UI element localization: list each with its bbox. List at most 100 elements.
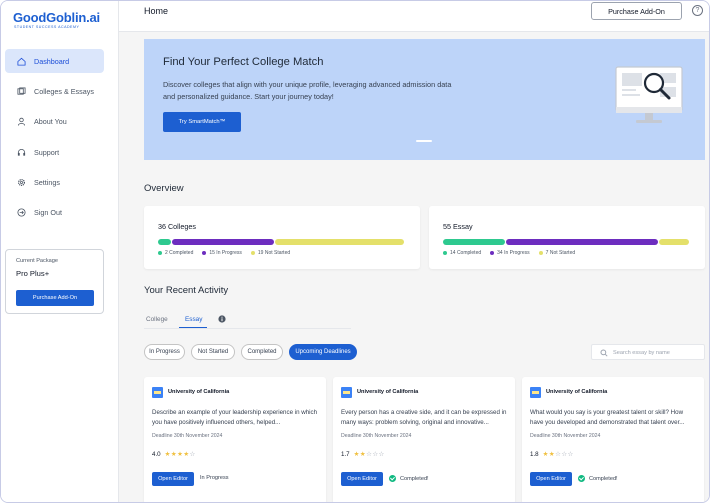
carousel-indicator[interactable] <box>416 140 432 142</box>
overview-heading: Overview <box>144 183 184 194</box>
sidebar-item-label: Sign Out <box>34 208 62 218</box>
main-content: Find Your Perfect College Match Discover… <box>119 32 709 502</box>
essays-legend: 14 Completed 34 In Progress 7 Not Started <box>443 250 584 256</box>
colleges-overview-card: 36 Colleges 2 Completed 15 In Progress 19 … <box>144 206 420 269</box>
legend-label: 14 Completed <box>450 250 482 256</box>
tab-essay[interactable]: Essay <box>185 316 202 323</box>
filter-upcoming-deadlines[interactable]: Upcoming Deadlines <box>289 344 357 360</box>
sidebar-item-label: Settings <box>34 178 60 188</box>
legend-label: 7 Not Started <box>545 250 576 256</box>
monitor-search-icon <box>615 66 683 123</box>
university-logo <box>341 387 352 398</box>
legend-label: 15 In Progress <box>209 250 242 256</box>
essay-deadline: Deadline 30th November 2024 <box>152 433 223 439</box>
essay-card: University of California Describe an exa… <box>144 377 326 502</box>
essay-deadline: Deadline 30th November 2024 <box>341 433 412 439</box>
essay-prompt: What would you say is your greatest tale… <box>530 409 685 426</box>
sidebar-item-label: About You <box>34 117 67 127</box>
legend-label: 19 Not Started <box>257 250 291 256</box>
legend-dot <box>538 251 543 255</box>
sidebar-item-label: Support <box>34 147 60 157</box>
gear-icon <box>17 178 26 187</box>
top-bar: Home Purchase Add-On ? <box>119 1 709 32</box>
essay-prompt: Every person has a creative side, and it… <box>341 409 507 426</box>
logo-tagline: STUDENT SUCCESS ACADEMY <box>14 25 80 29</box>
sidebar-item-colleges-essays[interactable]: Colleges & Essays <box>5 79 104 103</box>
user-icon <box>17 117 26 126</box>
progress-segment <box>505 239 658 245</box>
banner-title: Find Your Perfect College Match <box>163 56 324 68</box>
colleges-legend: 2 Completed 15 In Progress 19 Not Started <box>158 250 299 256</box>
open-editor-button[interactable]: Open Editor <box>152 472 194 486</box>
sidebar: GoodGoblin.ai STUDENT SUCCESS ACADEMY Da… <box>1 1 119 502</box>
star-icon: ☆ <box>189 451 196 458</box>
essay-status: Completed! <box>389 475 429 482</box>
legend-dot <box>490 251 495 255</box>
try-smartmatch-button[interactable]: Try SmartMatch™ <box>163 112 241 132</box>
legend-dot <box>202 251 207 255</box>
status-text: Completed! <box>589 475 618 482</box>
colleges-icon <box>17 87 26 96</box>
sidebar-nav: Dashboard Colleges & Essays About You Su… <box>5 49 104 231</box>
tabs-divider <box>144 328 351 329</box>
sidebar-item-support[interactable]: Support <box>5 140 104 164</box>
university-logo <box>530 387 541 398</box>
legend-item: 19 Not Started <box>250 250 291 256</box>
star-icon: ☆ <box>378 451 385 458</box>
info-icon[interactable] <box>218 315 226 323</box>
package-name: Pro Plus+ <box>16 269 50 278</box>
star-rating-icon: ★★★★☆ <box>165 450 196 458</box>
sidebar-purchase-addon-button[interactable]: Purchase Add-On <box>16 290 94 306</box>
legend-dot <box>443 251 447 255</box>
sidebar-item-dashboard[interactable]: Dashboard <box>5 49 104 73</box>
essay-rating: 4.0 ★★★★☆ <box>152 450 196 459</box>
app-window: GoodGoblin.ai STUDENT SUCCESS ACADEMY Da… <box>0 0 710 503</box>
colleges-count: 36 Colleges <box>158 222 196 231</box>
open-editor-button[interactable]: Open Editor <box>530 472 572 486</box>
legend-item: 7 Not Started <box>538 250 576 256</box>
essay-rating: 1.7 ★★☆☆☆ <box>341 450 385 459</box>
sidebar-item-about-you[interactable]: About You <box>5 110 104 134</box>
logo[interactable]: GoodGoblin.ai <box>13 10 100 25</box>
filter-not-started[interactable]: Not Started <box>191 344 235 360</box>
progress-segment <box>171 239 274 245</box>
university-logo <box>152 387 163 398</box>
filter-in-progress[interactable]: In Progress <box>144 344 185 360</box>
rating-value: 1.8 <box>530 450 539 458</box>
essay-search-input[interactable] <box>613 347 701 358</box>
tab-college[interactable]: College <box>146 316 168 323</box>
essay-card: University of California Every person ha… <box>333 377 515 502</box>
essay-status: In Progress <box>200 475 229 481</box>
star-icon: ☆ <box>567 451 574 458</box>
check-circle-icon <box>389 475 396 482</box>
essay-prompt: Describe an example of your leadership e… <box>152 409 318 426</box>
essays-progress-bar <box>443 239 690 245</box>
help-icon[interactable]: ? <box>692 5 703 16</box>
activity-tabs: College Essay <box>144 313 244 329</box>
check-circle-icon <box>578 475 585 482</box>
university-name: University of California <box>546 389 608 395</box>
legend-item: 15 In Progress <box>202 250 242 256</box>
rating-value: 4.0 <box>152 450 161 458</box>
status-text: Completed! <box>400 475 429 482</box>
progress-segment <box>158 239 171 245</box>
recent-activity-heading: Your Recent Activity <box>144 285 229 296</box>
sidebar-item-sign-out[interactable]: Sign Out <box>5 201 104 225</box>
legend-item: 14 Completed <box>443 250 481 256</box>
legend-label: 2 Completed <box>165 250 194 256</box>
essays-overview-card: 55 Essay 14 Completed 34 In Progress 7 Not… <box>429 206 705 269</box>
open-editor-button[interactable]: Open Editor <box>341 472 383 486</box>
header-purchase-addon-button[interactable]: Purchase Add-On <box>591 2 682 20</box>
sidebar-item-label: Dashboard <box>34 56 70 66</box>
sidebar-item-settings[interactable]: Settings <box>5 171 104 195</box>
sidebar-item-label: Colleges & Essays <box>34 86 94 96</box>
banner-description: Discover colleges that align with your u… <box>163 80 452 101</box>
essays-count: 55 Essay <box>443 222 473 231</box>
legend-item: 2 Completed <box>158 250 193 256</box>
home-icon <box>17 57 26 66</box>
rating-value: 1.7 <box>341 450 350 458</box>
package-label: Current Package <box>16 258 58 264</box>
legend-dot <box>158 251 162 255</box>
filter-completed[interactable]: Completed <box>241 344 283 360</box>
progress-segment <box>658 239 689 245</box>
